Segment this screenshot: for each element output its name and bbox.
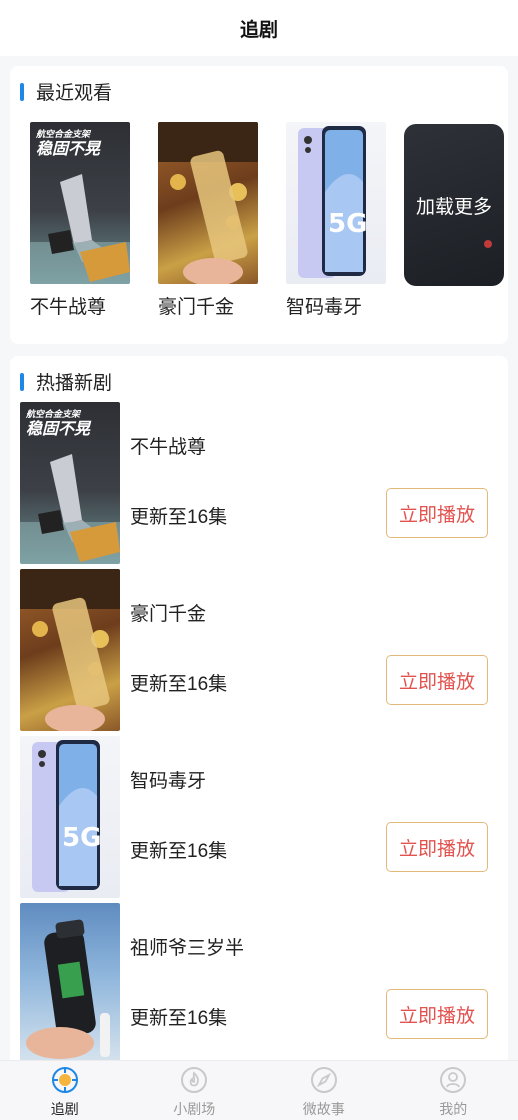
drama-list-item[interactable]: 豪门千金 更新至16集 立即播放 xyxy=(20,569,498,731)
flame-icon xyxy=(181,1067,208,1093)
recent-item-label[interactable]: 不牛战尊 xyxy=(30,292,106,319)
section-accent-bar xyxy=(20,82,24,101)
stand-ad-text: 航空合金支架 稳固不晃 xyxy=(26,409,91,438)
decorative-dot xyxy=(484,240,492,248)
drama-thumbnail[interactable]: 5G xyxy=(20,736,120,898)
recent-section: 最近观看 航空合金支架 稳固不晃 不牛战尊 豪门千金 5G 智码毒牙 加载更多 xyxy=(10,66,508,344)
hot-section-title: 热播新剧 xyxy=(36,373,113,394)
target-icon xyxy=(51,1067,78,1093)
drama-list-item[interactable]: 5G 智码毒牙 更新至16集 立即播放 xyxy=(20,736,498,898)
recent-section-header: 最近观看 xyxy=(20,78,112,105)
drama-title[interactable]: 豪门千金 xyxy=(130,599,206,626)
tab-xiaojuchang[interactable]: 小剧场 xyxy=(130,1061,260,1120)
user-icon xyxy=(440,1067,467,1093)
play-now-button[interactable]: 立即播放 xyxy=(386,989,488,1039)
drama-thumbnail[interactable] xyxy=(20,569,120,731)
play-now-button[interactable]: 立即播放 xyxy=(386,822,488,872)
episode-status: 更新至16集 xyxy=(130,841,228,862)
section-accent-bar xyxy=(20,372,24,391)
recent-item-thumbnail[interactable] xyxy=(158,122,258,284)
recent-section-title: 最近观看 xyxy=(36,83,113,104)
page-title: 追剧 xyxy=(239,19,278,41)
recent-item-label[interactable]: 豪门千金 xyxy=(158,292,234,319)
svg-text:5G: 5G xyxy=(328,209,367,239)
episode-status: 更新至16集 xyxy=(130,507,228,528)
drama-title[interactable]: 祖师爷三岁半 xyxy=(130,933,244,960)
bottom-tab-bar: 追剧 小剧场 微故事 我的 xyxy=(0,1060,518,1120)
play-now-button[interactable]: 立即播放 xyxy=(386,488,488,538)
drama-title[interactable]: 智码毒牙 xyxy=(130,766,206,793)
play-now-button[interactable]: 立即播放 xyxy=(386,655,488,705)
drama-thumbnail[interactable] xyxy=(20,903,120,1065)
hot-section-header: 热播新剧 xyxy=(20,368,112,395)
load-more-label: 加载更多 xyxy=(415,196,492,218)
recent-item-thumbnail[interactable]: 5G xyxy=(286,122,386,284)
compass-icon xyxy=(310,1067,337,1093)
smartphone-image: 5G xyxy=(32,740,101,892)
drama-list-item[interactable]: 祖师爷三岁半 更新至16集 立即播放 xyxy=(20,903,498,1065)
drama-title[interactable]: 不牛战尊 xyxy=(130,432,206,459)
bakery-cup-image xyxy=(20,569,120,731)
drama-thumbnail[interactable]: 航空合金支架 稳固不晃 xyxy=(20,402,120,564)
top-nav-bar: 追剧 xyxy=(0,0,518,56)
water-bottle-image xyxy=(26,919,110,1059)
tab-label: 微故事 xyxy=(302,1101,345,1117)
load-more-button[interactable]: 加载更多 xyxy=(404,124,504,286)
tab-weigushi[interactable]: 微故事 xyxy=(259,1061,389,1120)
hot-section: 热播新剧 航空合金支架 稳固不晃 不牛战尊 更新至16集 立即播放 豪门千金 更… xyxy=(10,356,508,1076)
recent-item-thumbnail[interactable]: 航空合金支架 稳固不晃 xyxy=(30,122,130,284)
episode-status: 更新至16集 xyxy=(130,1008,228,1029)
tab-zhuiju[interactable]: 追剧 xyxy=(0,1061,130,1120)
tab-wode[interactable]: 我的 xyxy=(389,1061,518,1120)
recent-item-label[interactable]: 智码毒牙 xyxy=(286,292,362,319)
stand-ad-text: 航空合金支架 稳固不晃 xyxy=(36,129,101,158)
tab-label: 追剧 xyxy=(50,1101,79,1117)
smartphone-image: 5G xyxy=(298,126,367,278)
episode-status: 更新至16集 xyxy=(130,674,228,695)
tab-label: 小剧场 xyxy=(173,1101,216,1117)
bakery-cup-image xyxy=(158,122,258,284)
drama-list-item[interactable]: 航空合金支架 稳固不晃 不牛战尊 更新至16集 立即播放 xyxy=(20,402,498,564)
tab-label: 我的 xyxy=(439,1101,468,1117)
svg-text:5G: 5G xyxy=(62,823,101,853)
